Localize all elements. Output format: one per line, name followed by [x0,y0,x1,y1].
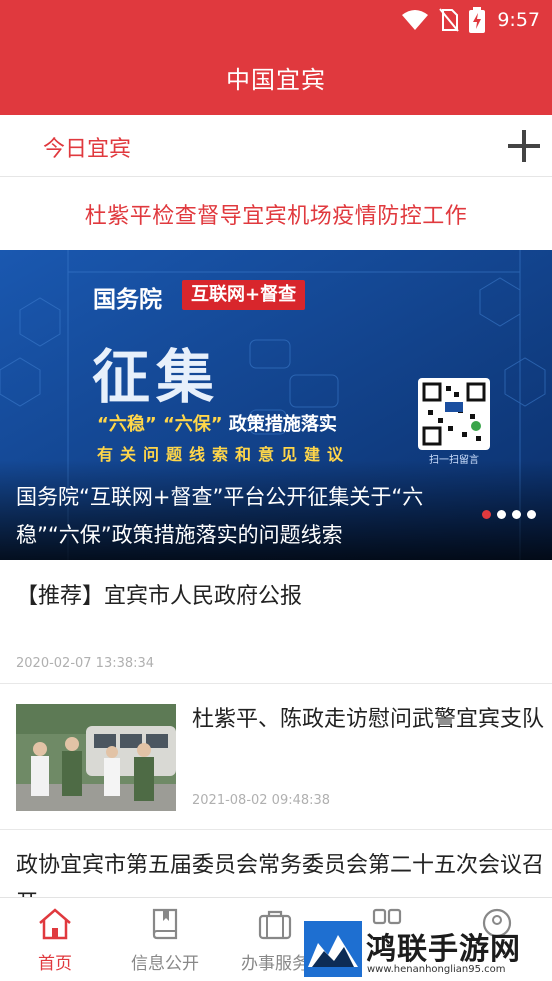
news-title: 【推荐】宜宾市人民政府公报 [16,584,303,609]
qr-code-icon [422,382,486,446]
banner-subtitle-1: “六稳” “六保” 政策措施落实 [97,410,337,436]
status-icons: 9:57 [401,6,540,34]
news-title: 杜紫平、陈政走访慰问武警宜宾支队 [192,707,545,732]
news-photo-icon [16,704,176,811]
no-sim-icon [439,8,460,32]
app-title: 中国宜宾 [226,66,326,94]
app-header: 中国宜宾 [0,40,552,115]
banner-tag: 互联网+督查 [182,280,306,310]
banner-org: 国务院 [93,287,162,313]
nav-label: 首页 [38,954,72,974]
tab-today-yibin[interactable]: 今日宜宾 [43,131,131,163]
wifi-icon [402,10,429,30]
status-time: 9:57 [497,9,540,31]
carousel-dot[interactable] [512,510,521,519]
briefcase-icon [258,910,292,940]
banner-caption: 国务院“互联网+督查”平台公开征集关于“六稳”“六保”政策措施落实的问题线索 [16,485,424,547]
book-icon [152,908,178,940]
watermark-url: www.henanhonglian95.com [367,964,506,975]
nav-info-disclosure[interactable]: 信息公开 [110,898,220,981]
carousel-dot[interactable] [497,510,506,519]
qr-code [418,378,490,450]
banner-sub-rest: 政策措施落实 [228,414,337,435]
list-item[interactable]: 【推荐】宜宾市人民政府公报 2020-02-07 13:38:34 [0,560,552,684]
headline-text: 杜紫平检查督导宜宾机场疫情防控工作 [84,204,468,229]
watermark-logo-icon [304,921,362,977]
channel-bar: 今日宜宾 [0,115,552,177]
home-icon [39,908,71,940]
news-thumbnail [16,704,176,811]
status-bar: 9:57 [0,0,552,40]
carousel-dot[interactable] [482,510,491,519]
carousel-indicator [482,510,536,519]
plus-icon[interactable] [504,126,544,166]
headline-banner[interactable]: 杜紫平检查督导宜宾机场疫情防控工作 [0,178,552,250]
nav-home[interactable]: 首页 [0,898,110,981]
list-item[interactable]: 杜紫平、陈政走访慰问武警宜宾支队 2021-08-02 09:48:38 [0,685,552,830]
banner-carousel[interactable]: 国务院 互联网+督查 征集 “六稳” “六保” 政策措施落实 有关问题线索和意见… [0,250,552,560]
news-time: 2020-02-07 13:38:34 [16,656,155,671]
battery-charging-icon [469,7,486,33]
watermark-text: 鸿联手游网 [366,932,521,967]
nav-label: 信息公开 [131,954,199,974]
banner-quote-2: “六保” [162,414,223,435]
carousel-dot[interactable] [527,510,536,519]
banner-big-text: 征集 [92,343,221,411]
site-watermark: 鸿联手游网 www.henanhonglian95.com [304,918,548,980]
news-time: 2021-08-02 09:48:38 [192,793,331,808]
banner-quote-1: “六稳” [97,414,157,435]
